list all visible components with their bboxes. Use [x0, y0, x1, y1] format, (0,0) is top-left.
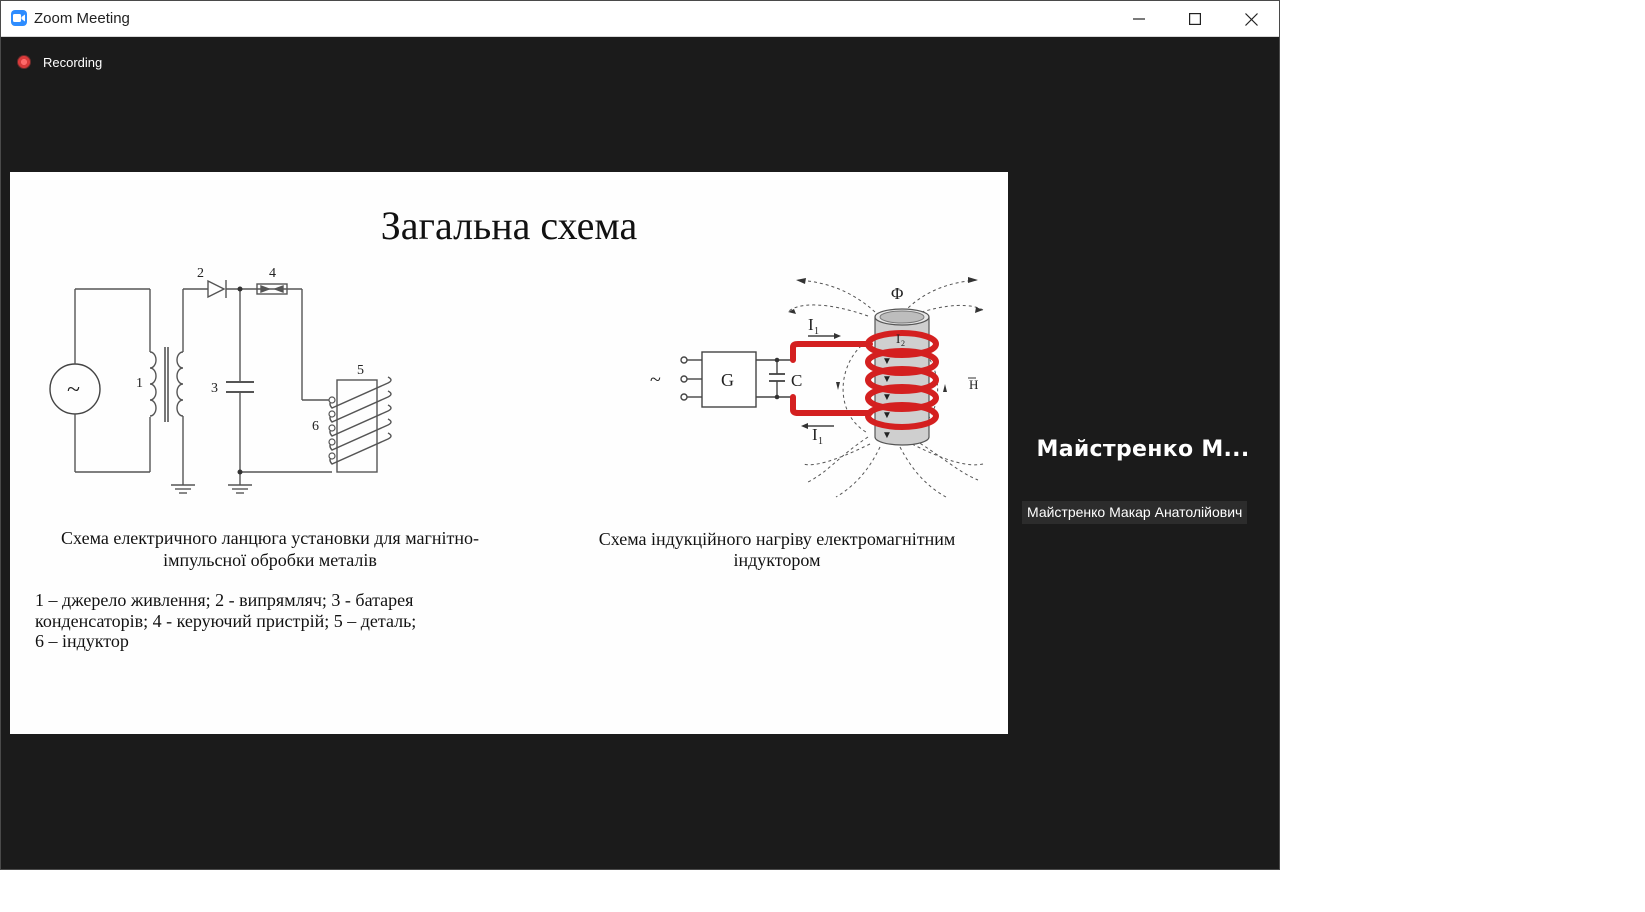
generator-label: G: [721, 370, 734, 390]
label-1: 1: [136, 376, 143, 391]
close-icon: [1244, 12, 1258, 26]
capacitor-label: C: [791, 371, 802, 390]
maximize-button[interactable]: [1167, 1, 1223, 37]
svg-text:▼: ▼: [882, 356, 892, 367]
shared-slide: Загальна схема ~ 1 2 3 4 5 6 ▼ ▼ ▼ ▼ ▼ ~…: [10, 172, 1008, 734]
svg-text:1: 1: [814, 326, 819, 337]
slide-title: Загальна схема: [380, 203, 638, 248]
magnetic-pulse-circuit-diagram: ~ 1 2 3 4 5 6: [49, 266, 392, 494]
recording-icon: [17, 55, 31, 69]
legend-line: 1 – джерело живлення; 2 - випрямляч; 3 -…: [35, 590, 414, 610]
zoom-meeting-window: Zoom Meeting Recording Загальна схема ~ …: [0, 0, 1280, 870]
zoom-camera-icon: [11, 10, 27, 26]
svg-text:▼: ▼: [882, 410, 892, 421]
label-3: 3: [211, 381, 218, 396]
recording-indicator[interactable]: Recording: [17, 53, 102, 71]
field-label: H: [969, 377, 978, 392]
window-title: Zoom Meeting: [34, 10, 130, 27]
legend-line: конденсаторів; 4 - керуючий пристрій; 5 …: [35, 610, 417, 631]
label-2: 2: [197, 266, 204, 281]
participant-display-name[interactable]: Майстренко М...: [1021, 437, 1265, 462]
inner-current-label: I: [896, 331, 900, 346]
label-6: 6: [312, 419, 319, 434]
diagram-legend: 1 – джерело живлення; 2 - випрямляч; 3 -…: [35, 590, 505, 652]
minimize-icon: [1133, 18, 1145, 20]
participant-name-tag: Майстренко Макар Анатолійович: [1022, 501, 1248, 524]
svg-text:1: 1: [818, 436, 823, 447]
legend-line: 6 – індуктор: [35, 631, 129, 651]
label-4: 4: [269, 266, 276, 281]
close-button[interactable]: [1223, 1, 1279, 37]
source-symbol: ~: [67, 377, 80, 403]
left-diagram-caption: Схема електричного ланцюга установки для…: [61, 528, 479, 570]
source-symbol-right: ~: [650, 369, 661, 391]
svg-text:2: 2: [901, 339, 905, 348]
svg-text:▼: ▼: [882, 374, 892, 385]
flux-label: Φ: [891, 284, 903, 303]
right-diagram-caption: Схема індукційного нагріву електромагніт…: [598, 529, 956, 570]
induction-heating-diagram: ▼▼ ▼▼ ▼ ~ G C I 1 I 1 I 2 Φ H: [650, 277, 984, 498]
svg-text:▼: ▼: [882, 392, 892, 403]
svg-text:▼: ▼: [882, 430, 892, 441]
maximize-icon: [1189, 13, 1201, 25]
label-5: 5: [357, 363, 364, 378]
recording-label: Recording: [43, 54, 103, 70]
title-bar[interactable]: Zoom Meeting: [1, 1, 1279, 37]
minimize-button[interactable]: [1111, 1, 1167, 37]
